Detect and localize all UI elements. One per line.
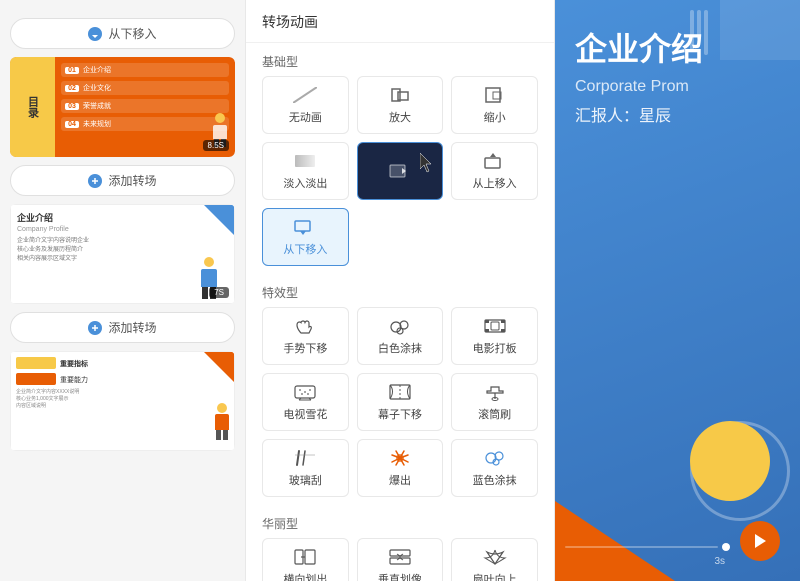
bottom-left-triangle	[555, 501, 675, 581]
arrow-down-in-icon	[291, 217, 319, 237]
slide3-title: 企业介绍	[17, 211, 178, 224]
cursor-icon	[420, 153, 434, 178]
transition-glass[interactable]: 玻璃刮	[262, 439, 349, 497]
transition-curtain-label: 幕子下移	[378, 406, 422, 422]
transition-curtain[interactable]: 幕子下移	[357, 373, 444, 431]
transition-gesture[interactable]: 手势下移	[262, 307, 349, 365]
transition-active[interactable]	[357, 142, 444, 200]
transition-white-paint[interactable]: 白色涂抹	[357, 307, 444, 365]
transition-film[interactable]: 电影打板	[451, 307, 538, 365]
arrow-right-in-icon	[386, 161, 414, 181]
transition-tv-snow-label: 电视雪花	[283, 406, 327, 422]
vertical-mirror-icon	[386, 547, 414, 567]
transition-blue-paint[interactable]: 蓝色涂抹	[451, 439, 538, 497]
section-basic-label: 基础型	[246, 43, 554, 76]
transition-blue-paint-label: 蓝色涂抹	[473, 472, 517, 488]
basic-transitions-grid: 无动画 放大 缩小	[246, 76, 554, 274]
curtain-icon	[386, 382, 414, 402]
transition-glass-label: 玻璃刮	[289, 472, 322, 488]
transition-horizontal-label: 横向划出	[283, 571, 327, 581]
move-down-button-1[interactable]: 从下移入	[10, 18, 235, 49]
transition-fade-label: 淡入淡出	[283, 175, 327, 191]
transition-none[interactable]: 无动画	[262, 76, 349, 134]
preview-subtitle: Corporate Prom	[575, 78, 780, 96]
transition-from-up[interactable]: 从上移入	[451, 142, 538, 200]
slide-card-2[interactable]: 目录 01企业介绍 02企业文化 03荣誉成就 04未来规划	[10, 57, 235, 157]
fan-icon	[481, 547, 509, 567]
section-special-label: 特效型	[246, 274, 554, 307]
transition-tv-snow[interactable]: 电视雪花	[262, 373, 349, 431]
transition-explode[interactable]: 爆出	[357, 439, 444, 497]
special-transitions-grid: 手势下移 白色涂抹	[246, 307, 554, 505]
add-transition-button-2[interactable]: 添加转场	[10, 312, 235, 343]
slide3-desc: 企业简介文字内容说明企业核心业务及发展历程简介相关内容展示区域文字	[17, 237, 178, 264]
zoom-out-icon	[481, 85, 509, 105]
contents-label: 目录	[25, 96, 41, 118]
transition-zoom-in-label: 放大	[389, 109, 411, 125]
top-right-block	[720, 0, 800, 60]
section-gorgeous-label: 华丽型	[246, 505, 554, 538]
panel-header: 转场动画	[246, 0, 554, 43]
add-transition-button-1[interactable]: 添加转场	[10, 165, 235, 196]
stripe-decoration	[690, 10, 720, 60]
horizontal-split-icon	[291, 547, 319, 567]
play-button[interactable]	[740, 521, 780, 561]
transition-gesture-label: 手势下移	[283, 340, 327, 356]
transition-explode-label: 爆出	[389, 472, 411, 488]
transition-film-label: 电影打板	[473, 340, 517, 356]
left-panel: ⭐ 企业介绍宣传模板 Corporate Promotional Templat…	[0, 0, 245, 581]
slide3-duration: 7S	[209, 287, 229, 298]
transition-from-down[interactable]: 从下移入	[262, 208, 349, 266]
slide2-duration: 8.5S	[203, 140, 229, 151]
transition-white-paint-label: 白色涂抹	[378, 340, 422, 356]
timeline-label: 3s	[714, 556, 725, 567]
middle-panel: 转场动画 基础型 无动画 放大	[245, 0, 555, 581]
hand-icon	[291, 316, 319, 336]
roller-icon	[481, 382, 509, 402]
transition-fan[interactable]: 扇叶向上	[451, 538, 538, 581]
transition-fade[interactable]: 淡入淡出	[262, 142, 349, 200]
fade-icon	[291, 151, 319, 171]
gorgeous-transitions-grid: 横向划出 垂直划像	[246, 538, 554, 581]
transition-vertical-mirror[interactable]: 垂直划像	[357, 538, 444, 581]
transition-zoom-out[interactable]: 缩小	[451, 76, 538, 134]
timeline	[565, 543, 730, 551]
preview-author: 汇报人：星辰	[575, 102, 780, 126]
circle-yellow-decoration	[690, 421, 770, 501]
tv-icon	[291, 382, 319, 402]
move-down-label: 从下移入	[108, 25, 156, 42]
transition-fan-label: 扇叶向上	[473, 571, 517, 581]
add-transition-label-2: 添加转场	[108, 319, 156, 336]
explode-icon	[386, 448, 414, 468]
right-panel: 企业介绍 Corporate Prom 汇报人：星辰 3s	[555, 0, 800, 581]
transition-roller[interactable]: 滚筒刷	[451, 373, 538, 431]
transition-vertical-mirror-label: 垂直划像	[378, 571, 422, 581]
transition-zoom-in[interactable]: 放大	[357, 76, 444, 134]
transition-roller-label: 滚筒刷	[478, 406, 511, 422]
zoom-in-icon	[386, 85, 414, 105]
film-icon	[481, 316, 509, 336]
blue-paint-icon	[481, 448, 509, 468]
add-transition-label-1: 添加转场	[108, 172, 156, 189]
paint-brush-icon	[386, 316, 414, 336]
slide-card-3[interactable]: 企业介绍 Company Profile 企业简介文字内容说明企业核心业务及发展…	[10, 204, 235, 304]
transition-none-label: 无动画	[289, 109, 322, 125]
transition-from-up-label: 从上移入	[473, 175, 517, 191]
transition-from-down-label: 从下移入	[283, 241, 327, 257]
arrow-up-in-icon	[481, 151, 509, 171]
transition-horizontal[interactable]: 横向划出	[262, 538, 349, 581]
transition-zoom-out-label: 缩小	[484, 109, 506, 125]
slide-card-4[interactable]: 重要指标 重要能力 企业简介文字内容XXXX说明核心业务1,000文字展示内容区…	[10, 351, 235, 451]
glass-wipe-icon	[291, 448, 319, 468]
diagonal-line-icon	[291, 85, 319, 105]
